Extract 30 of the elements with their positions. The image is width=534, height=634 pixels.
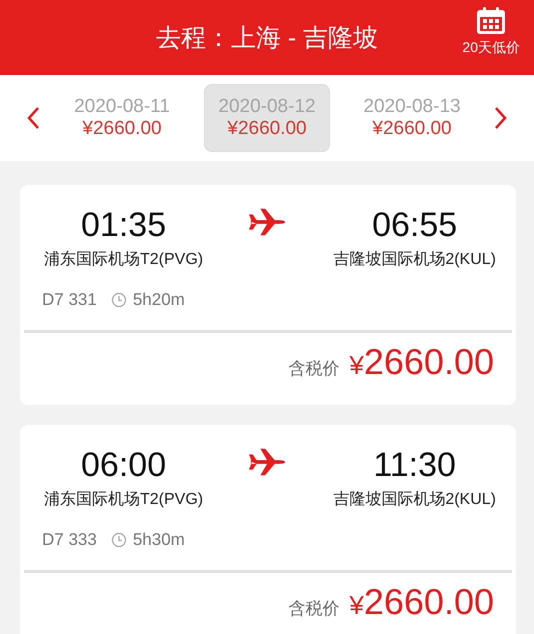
arrival-time: 11:30 bbox=[373, 445, 456, 486]
departure-airport: 浦东国际机场T2(PVG) bbox=[44, 250, 204, 270]
date-tab[interactable]: 2020-08-12 ¥2660.00 bbox=[204, 84, 330, 152]
currency-symbol: ¥ bbox=[349, 590, 364, 621]
arrival-airport: 吉隆坡国际机场2(KUL) bbox=[333, 490, 496, 510]
arrival-airport: 吉隆坡国际机场2(KUL) bbox=[333, 250, 496, 270]
price-label: 含税价 bbox=[288, 358, 340, 380]
arrival-time: 06:55 bbox=[372, 205, 458, 246]
flight-price: 2660.00 bbox=[364, 581, 494, 623]
flight-number: D7 331 bbox=[42, 290, 97, 310]
flight-card[interactable]: 01:35 浦东国际机场T2(PVG) 06:55 吉隆坡国际机场2(KUL) D7 331 5h20m 含税价 ¥2660.00 bbox=[20, 185, 516, 405]
flight-duration: 5h20m bbox=[132, 290, 185, 310]
calendar-icon bbox=[475, 6, 508, 36]
clock-icon bbox=[110, 292, 127, 308]
price-label: 含税价 bbox=[288, 598, 340, 620]
flight-card[interactable]: 06:00 浦东国际机场T2(PVG) 11:30 吉隆坡国际机场2(KUL) D7 333 5h30m 含税价 ¥2660.00 bbox=[20, 425, 516, 634]
currency-symbol: ¥ bbox=[349, 350, 364, 381]
flight-price: 2660.00 bbox=[364, 341, 494, 383]
low-price-calendar-button[interactable]: 20天低价 bbox=[462, 6, 520, 57]
date-tab[interactable]: 2020-08-11 ¥2660.00 bbox=[59, 84, 185, 152]
departure-time: 01:35 bbox=[81, 205, 166, 246]
flight-duration: 5h30m bbox=[132, 530, 185, 550]
departure-airport: 浦东国际机场T2(PVG) bbox=[44, 490, 204, 510]
route-title: 去程：上海 - 吉隆坡 bbox=[156, 23, 378, 54]
flight-number: D7 333 bbox=[42, 530, 97, 550]
departure-time: 06:00 bbox=[81, 445, 166, 486]
airplane-icon bbox=[249, 447, 288, 477]
date-tab[interactable]: 2020-08-13 ¥2660.00 bbox=[349, 84, 475, 152]
clock-icon bbox=[110, 532, 127, 548]
airplane-icon bbox=[249, 207, 288, 237]
